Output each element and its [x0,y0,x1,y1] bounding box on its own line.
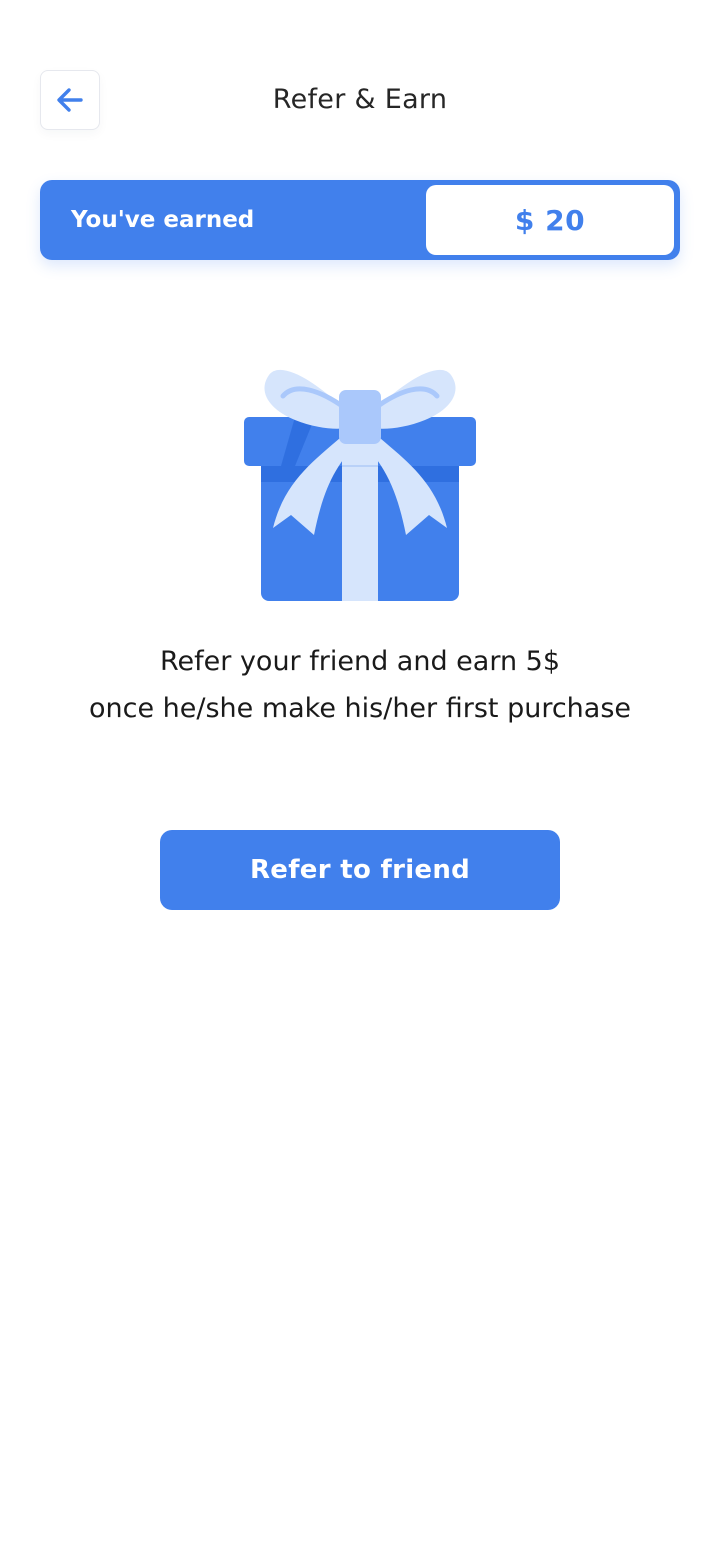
earned-value-box: $ 20 [426,185,674,255]
referral-description: Refer your friend and earn 5$ once he/sh… [0,638,720,732]
earned-label: You've earned [71,207,255,233]
description-line-2: once he/she make his/her first purchase [88,693,632,724]
description-line-1: Refer your friend and earn 5$ [159,646,561,677]
refer-to-friend-button[interactable]: Refer to friend [160,830,560,910]
gift-box-icon [244,369,476,601]
earned-summary: You've earned $ 20 [40,180,680,260]
page-title: Refer & Earn [272,84,448,115]
earned-amount: $ 20 [514,203,586,237]
